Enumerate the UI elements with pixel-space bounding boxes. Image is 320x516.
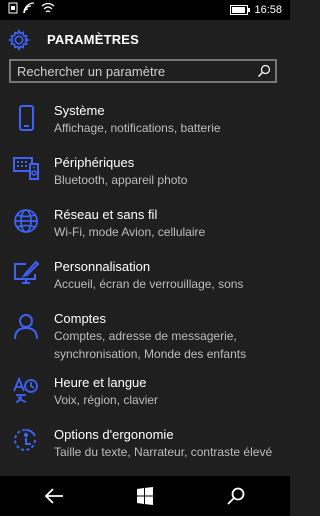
search-nav-icon[interactable] [225,486,247,506]
settings-item-desc: Affichage, notifications, batterie [54,121,221,135]
devices-icon [13,157,39,180]
globe-icon [14,209,38,233]
settings-item-name: Options d'ergonomie [54,427,174,442]
status-time: 16:58 [254,4,282,16]
settings-item-network[interactable]: Réseau et sans fil Wi-Fi, mode Avion, ce… [0,202,290,248]
time-language-icon [13,376,38,403]
settings-item-name: Personnalisation [54,259,151,274]
ease-of-access-icon [14,428,36,451]
search-input[interactable] [17,61,247,81]
personalization-icon [14,260,40,284]
back-arrow-icon[interactable] [43,486,65,506]
search-box[interactable] [9,59,277,83]
settings-item-name: Réseau et sans fil [54,207,158,222]
search-icon[interactable] [257,64,271,78]
navigation-bar [0,476,290,516]
battery-icon [230,5,251,15]
settings-item-devices[interactable]: Périphériques Bluetooth, appareil photo [0,150,290,196]
phone-icon [19,105,34,131]
gear-icon [8,29,30,51]
settings-item-desc: Taille du texte, Narrateur, contraste él… [54,445,273,459]
signal-icon [23,2,35,14]
settings-item-desc: Accueil, écran de verrouillage, sons [54,277,244,291]
person-icon [14,314,38,340]
settings-item-system[interactable]: Système Affichage, notifications, batter… [0,98,290,144]
settings-item-name: Heure et langue [54,375,147,390]
settings-item-ease-of-access[interactable]: Options d'ergonomie Taille du texte, Nar… [0,422,290,468]
settings-item-desc: Bluetooth, appareil photo [54,173,188,187]
settings-item-accounts[interactable]: Comptes Comptes, adresse de messagerie, … [0,306,290,370]
settings-item-name: Système [54,103,105,118]
windows-start-icon[interactable] [134,486,156,506]
page-header: PARAMÈTRES [0,24,290,56]
settings-item-personalization[interactable]: Personnalisation Accueil, écran de verro… [0,254,290,300]
settings-item-name: Périphériques [54,155,135,170]
notification-icon [8,2,18,14]
settings-item-time-language[interactable]: Heure et langue Voix, région, clavier [0,370,290,416]
wifi-icon [41,2,55,13]
settings-item-desc: Wi-Fi, mode Avion, cellulaire [54,225,206,239]
status-bar: 16:58 [0,0,290,20]
settings-item-desc: Comptes, adresse de messagerie, synchron… [54,329,247,361]
settings-item-name: Comptes [54,311,107,326]
settings-item-desc: Voix, région, clavier [54,393,159,407]
page-title: PARAMÈTRES [47,32,140,47]
